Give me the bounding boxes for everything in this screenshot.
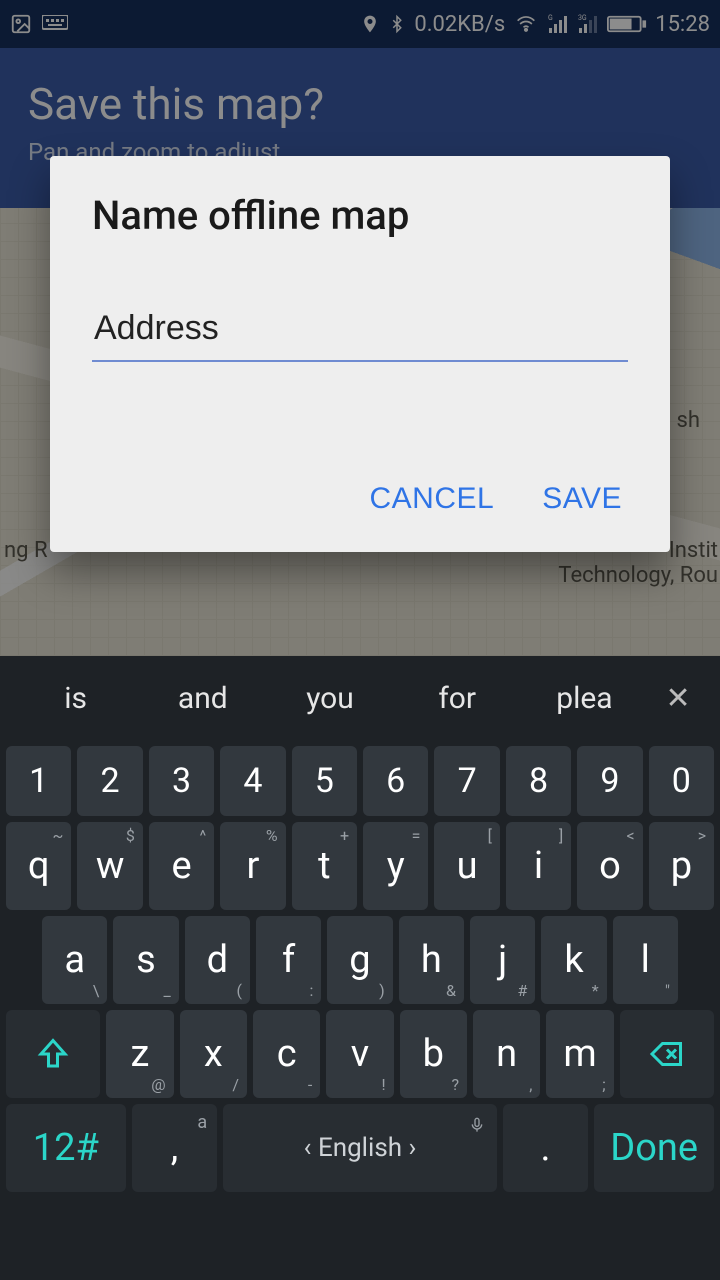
key-u[interactable]: [u xyxy=(434,822,499,910)
key-1[interactable]: 1 xyxy=(6,746,71,816)
soft-keyboard: is and you for plea ✕ 1234567890 ~q$w^e%… xyxy=(0,656,720,1280)
suggestion[interactable]: is xyxy=(14,681,137,716)
key-v[interactable]: v! xyxy=(326,1010,393,1098)
name-offline-map-dialog: Name offline map CANCEL SAVE xyxy=(50,156,670,552)
dialog-title: Name offline map xyxy=(92,192,628,239)
key-a[interactable]: a\ xyxy=(42,916,107,1004)
mic-icon xyxy=(469,1112,485,1142)
suggestion[interactable]: for xyxy=(396,681,519,716)
key-n[interactable]: n, xyxy=(473,1010,540,1098)
key-o[interactable]: <o xyxy=(577,822,642,910)
key-5[interactable]: 5 xyxy=(292,746,357,816)
space-key[interactable]: ‹ English › xyxy=(223,1104,497,1192)
cancel-button[interactable]: CANCEL xyxy=(369,482,494,516)
key-b[interactable]: b? xyxy=(400,1010,467,1098)
key-7[interactable]: 7 xyxy=(434,746,499,816)
key-m[interactable]: m; xyxy=(546,1010,613,1098)
key-k[interactable]: k* xyxy=(541,916,606,1004)
symbols-key[interactable]: 12# xyxy=(6,1104,126,1192)
suggestion[interactable]: you xyxy=(268,681,391,716)
key-z[interactable]: z@ xyxy=(106,1010,173,1098)
shift-key[interactable] xyxy=(6,1010,100,1098)
suggestion[interactable]: and xyxy=(141,681,264,716)
language-key[interactable]: a , xyxy=(132,1104,218,1192)
key-x[interactable]: x/ xyxy=(180,1010,247,1098)
key-e[interactable]: ^e xyxy=(149,822,214,910)
key-y[interactable]: =y xyxy=(363,822,428,910)
key-r[interactable]: %r xyxy=(220,822,285,910)
key-6[interactable]: 6 xyxy=(363,746,428,816)
save-button[interactable]: SAVE xyxy=(542,482,622,516)
key-w[interactable]: $w xyxy=(77,822,142,910)
key-d[interactable]: d( xyxy=(185,916,250,1004)
key-0[interactable]: 0 xyxy=(649,746,714,816)
suggestion-row: is and you for plea ✕ xyxy=(0,656,720,740)
key-h[interactable]: h& xyxy=(399,916,464,1004)
key-9[interactable]: 9 xyxy=(577,746,642,816)
close-suggestions-icon[interactable]: ✕ xyxy=(650,681,706,716)
backspace-key[interactable] xyxy=(620,1010,714,1098)
key-8[interactable]: 8 xyxy=(506,746,571,816)
key-3[interactable]: 3 xyxy=(149,746,214,816)
key-p[interactable]: >p xyxy=(649,822,714,910)
suggestion[interactable]: plea xyxy=(523,681,646,716)
key-g[interactable]: g) xyxy=(327,916,392,1004)
key-t[interactable]: +t xyxy=(292,822,357,910)
key-4[interactable]: 4 xyxy=(220,746,285,816)
key-s[interactable]: s_ xyxy=(113,916,178,1004)
key-l[interactable]: l" xyxy=(613,916,678,1004)
key-j[interactable]: j# xyxy=(470,916,535,1004)
offline-map-name-input[interactable] xyxy=(92,301,628,362)
period-key[interactable]: . xyxy=(503,1104,589,1192)
key-f[interactable]: f: xyxy=(256,916,321,1004)
key-c[interactable]: c- xyxy=(253,1010,320,1098)
done-key[interactable]: Done xyxy=(594,1104,714,1192)
key-i[interactable]: ]i xyxy=(506,822,571,910)
key-2[interactable]: 2 xyxy=(77,746,142,816)
key-q[interactable]: ~q xyxy=(6,822,71,910)
